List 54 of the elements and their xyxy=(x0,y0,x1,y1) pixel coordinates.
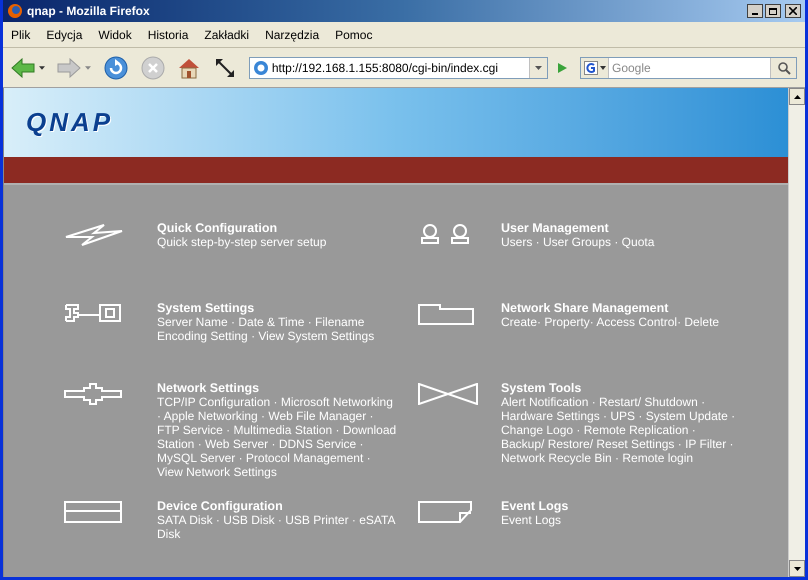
play-icon[interactable] xyxy=(556,62,568,74)
bolt-icon[interactable] xyxy=(64,223,124,247)
section-title[interactable]: Quick Configuration xyxy=(157,221,397,235)
dropdown-icon[interactable] xyxy=(528,58,547,78)
search-input[interactable]: Google xyxy=(609,58,770,76)
close-button[interactable] xyxy=(785,4,801,18)
close-icon[interactable] xyxy=(789,7,797,15)
wrench-icon[interactable] xyxy=(64,303,122,323)
scroll-up-button[interactable] xyxy=(789,88,805,105)
search-icon[interactable] xyxy=(776,60,790,74)
minimize-button[interactable] xyxy=(747,4,763,18)
section-title[interactable]: Event Logs xyxy=(501,499,741,513)
menu-item[interactable]: Historia xyxy=(148,26,188,44)
logo: QNAP xyxy=(26,106,114,139)
menu-item[interactable]: Narzędzia xyxy=(265,26,320,44)
section-title[interactable]: Device Configuration xyxy=(157,499,397,513)
menu-item[interactable]: Widok xyxy=(98,26,132,44)
section-title[interactable]: User Management xyxy=(501,221,741,235)
address-field[interactable]: http://192.168.1.155:8080/cgi-bin/index.cgi xyxy=(248,56,548,78)
scrollbar[interactable] xyxy=(788,88,805,577)
section-links[interactable]: Event Logs xyxy=(501,513,741,527)
address-input[interactable]: http://192.168.1.155:8080/cgi-bin/index.cgi xyxy=(272,58,529,76)
drive-icon[interactable] xyxy=(64,501,122,523)
connector-icon[interactable] xyxy=(64,383,122,405)
folder-icon[interactable] xyxy=(418,303,474,325)
section-links[interactable]: Alert Notification · Restart/ Shutdown · Hardware Settings · UPS · System Update · Change Logo · Remote Replication · Backup/ Restore/ Reset Settings · IP Filter · Network Recycle Bin · Remote login xyxy=(501,395,741,465)
bow-tie-icon[interactable] xyxy=(418,383,478,405)
section-links[interactable]: SATA Disk · USB Disk · USB Printer · eSATA Disk xyxy=(157,513,397,541)
section-links[interactable]: Server Name · Date & Time · Filename Encoding Setting · View System Settings xyxy=(157,315,397,343)
section-title[interactable]: Network Settings xyxy=(157,381,397,395)
section-links[interactable]: TCP/IP Configuration · Microsoft Networking · Apple Networking · Web File Manager · FTP Service · Multimedia Station · Download Station · Web Server · DDNS Service · MySQL Server · Protocol Management · View Network Settings xyxy=(157,395,397,479)
menu-item[interactable]: Zakładki xyxy=(204,26,250,44)
reload-button[interactable] xyxy=(102,54,129,82)
down-arrow-icon[interactable] xyxy=(794,566,800,570)
menu-item[interactable]: Pomoc xyxy=(335,26,372,44)
search-button[interactable] xyxy=(770,58,796,78)
scroll-down-button[interactable] xyxy=(789,560,805,577)
dropdown-icon[interactable] xyxy=(39,66,45,70)
note-icon[interactable] xyxy=(418,501,472,523)
menu-item[interactable]: Plik xyxy=(11,26,30,44)
section-links[interactable]: Users · User Groups · Quota xyxy=(501,235,741,249)
section-links[interactable]: Quick step-by-step server setup xyxy=(157,235,397,249)
section-title[interactable]: System Tools xyxy=(501,381,741,395)
section-title[interactable]: Network Share Management xyxy=(501,301,741,315)
google-icon[interactable] xyxy=(581,58,609,78)
search-field[interactable]: Google xyxy=(580,56,797,78)
maximize-button[interactable] xyxy=(765,4,781,18)
section-title[interactable]: System Settings xyxy=(157,301,397,315)
section-links[interactable]: Create· Property· Access Control· Delete xyxy=(501,315,741,329)
globe-icon xyxy=(252,60,269,76)
menu-item[interactable]: Edycja xyxy=(46,26,82,44)
up-arrow-icon[interactable] xyxy=(794,94,800,98)
firefox-icon xyxy=(7,3,23,19)
window-title: qnap - Mozilla Firefox xyxy=(27,3,150,20)
